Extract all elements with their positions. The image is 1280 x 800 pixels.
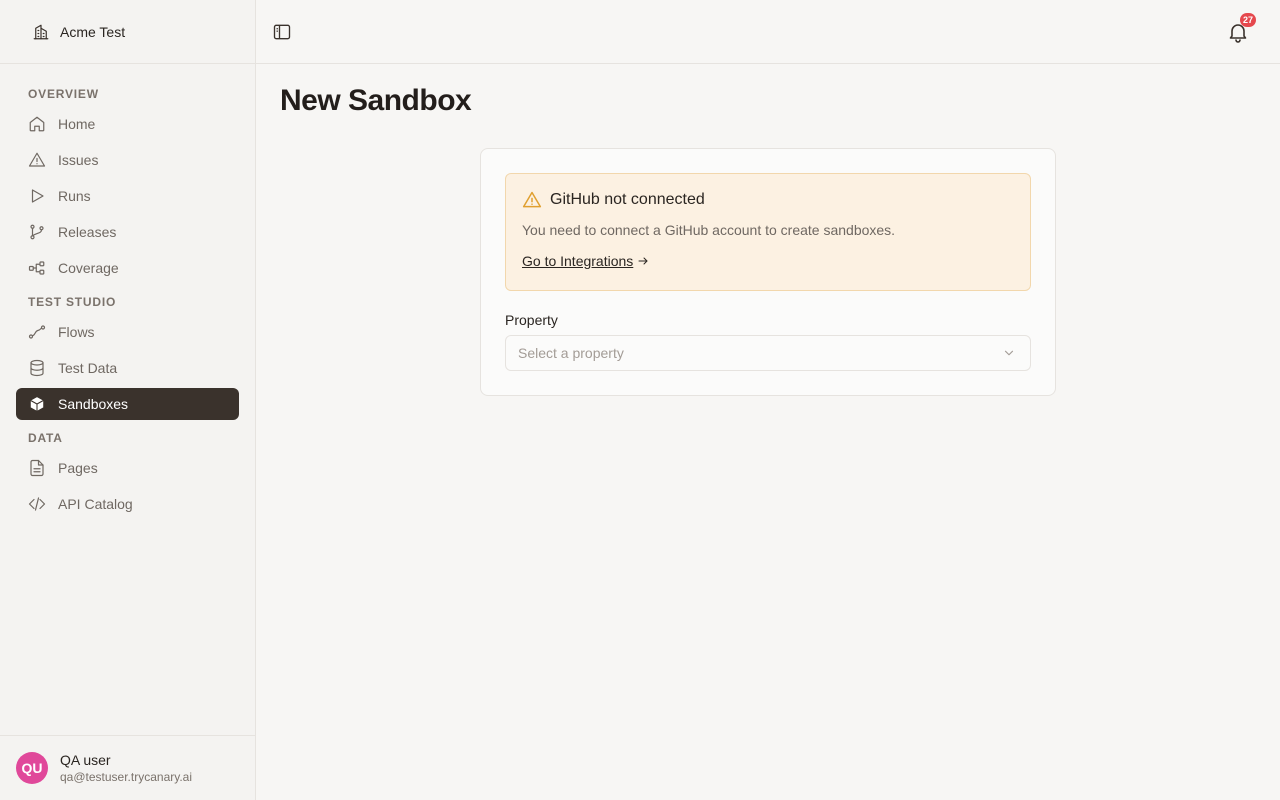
sidebar-toggle-button[interactable] [272,22,292,42]
go-to-integrations-link[interactable]: Go to Integrations [522,253,649,269]
alert-description: You need to connect a GitHub account to … [522,222,896,238]
sidebar: Acme Test OVERVIEW Home Issues Runs Rele… [0,0,256,800]
building-icon [32,23,50,41]
user-menu[interactable]: QU QA user qa@testuser.trycanary.ai [0,735,255,800]
database-icon [28,359,46,377]
file-text-icon [28,459,46,477]
code-icon [28,495,46,513]
property-select-placeholder: Select a property [518,345,624,361]
alert-title: GitHub not connected [550,191,705,208]
sidebar-item-coverage[interactable]: Coverage [16,252,239,284]
link-label: Go to Integrations [522,253,634,269]
sidebar-item-label: Flows [58,324,95,340]
alert-header: GitHub not connected [522,190,705,210]
sidebar-item-label: Home [58,116,96,132]
property-select[interactable]: Select a property [505,335,1031,371]
sidebar-item-label: Releases [58,224,117,240]
sidebar-item-label: Sandboxes [58,396,129,412]
sidebar-item-issues[interactable]: Issues [16,144,239,176]
sidebar-item-sandboxes[interactable]: Sandboxes [16,388,239,420]
section-label-test-studio: TEST STUDIO [28,295,117,309]
page-title: New Sandbox [280,84,472,117]
section-label-data: DATA [28,431,63,445]
flow-icon [28,323,46,341]
sidebar-nav: OVERVIEW Home Issues Runs Releases Cover… [16,80,239,524]
sidebar-item-home[interactable]: Home [16,108,239,140]
org-name: Acme Test [60,23,126,40]
box-icon [28,395,46,413]
sidebar-item-runs[interactable]: Runs [16,180,239,212]
user-info: QA user qa@testuser.trycanary.ai [60,751,192,785]
home-icon [28,115,46,133]
property-label: Property [505,312,558,328]
sidebar-item-label: Pages [58,460,98,476]
chevron-down-icon [1002,346,1016,360]
section-label-overview: OVERVIEW [28,87,99,101]
sidebar-item-releases[interactable]: Releases [16,216,239,248]
app: Acme Test OVERVIEW Home Issues Runs Rele… [0,0,1280,800]
org-switcher[interactable]: Acme Test [0,0,255,64]
sidebar-item-flows[interactable]: Flows [16,316,239,348]
panel-left-icon [272,22,292,42]
notification-count-badge: 27 [1240,13,1257,27]
sidebar-item-test-data[interactable]: Test Data [16,352,239,384]
sidebar-item-label: API Catalog [58,496,133,512]
github-warning-alert: GitHub not connected You need to connect… [505,173,1031,291]
git-branch-icon [28,223,46,241]
warning-icon [522,190,542,210]
sidebar-item-label: Issues [58,152,99,168]
arrow-right-icon [637,255,649,267]
topbar: 27 [256,0,1280,64]
sidebar-item-label: Coverage [58,260,119,276]
new-sandbox-card: GitHub not connected You need to connect… [480,148,1056,396]
avatar: QU [16,752,48,784]
network-icon [28,259,46,277]
sidebar-item-label: Test Data [58,360,118,376]
sidebar-item-api-catalog[interactable]: API Catalog [16,488,239,520]
alert-triangle-icon [28,151,46,169]
user-name: QA user [60,752,111,768]
sidebar-item-pages[interactable]: Pages [16,452,239,484]
user-email: qa@testuser.trycanary.ai [60,770,193,784]
sidebar-item-label: Runs [58,188,91,204]
play-icon [28,187,46,205]
